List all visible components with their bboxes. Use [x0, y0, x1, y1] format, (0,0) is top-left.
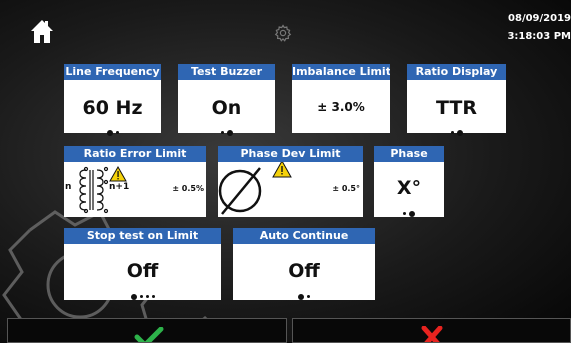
ratio-display-option-dots [407, 122, 506, 141]
phase-angle-icon [218, 162, 292, 215]
option-dot [115, 131, 119, 134]
option-dot-selected [130, 293, 137, 300]
phase-value: X° [396, 177, 422, 199]
imbalance-limit-card[interactable]: Imbalance Limit ± 3.0% [292, 64, 390, 133]
phase-card[interactable]: Phase X° [374, 146, 444, 217]
option-dot-selected [226, 129, 233, 136]
test-buzzer-label: Test Buzzer [178, 64, 275, 80]
stop-test-option-dots [64, 286, 221, 305]
option-dot [145, 295, 149, 298]
imbalance-limit-value: ± 3.0% [317, 100, 365, 114]
test-buzzer-option-dots [178, 122, 275, 141]
stop-test-on-limit-card[interactable]: Stop test on Limit Off [64, 228, 221, 300]
ratio-error-n-label: n [65, 182, 72, 192]
line-frequency-value: 60 Hz [82, 97, 143, 119]
auto-continue-card[interactable]: Auto Continue Off [233, 228, 375, 300]
phase-dev-limit-label: Phase Dev Limit [218, 146, 363, 162]
option-dot-selected [106, 129, 113, 136]
x-icon [421, 326, 443, 342]
test-buzzer-card[interactable]: Test Buzzer On [178, 64, 275, 136]
auto-continue-value: Off [288, 260, 320, 282]
imbalance-limit-label: Imbalance Limit [292, 64, 390, 80]
option-dot-selected [298, 293, 304, 300]
stop-test-on-limit-label: Stop test on Limit [64, 228, 221, 244]
option-dot-selected [409, 210, 415, 217]
ratio-display-label: Ratio Display [407, 64, 506, 80]
stop-test-on-limit-value: Off [126, 260, 159, 282]
option-dot [151, 295, 155, 298]
auto-continue-label: Auto Continue [233, 228, 375, 244]
phase-label: Phase [374, 146, 444, 162]
phase-option-dots [374, 203, 444, 222]
phase-dev-limit-value: ± 0.5° [332, 184, 360, 193]
cancel-button[interactable] [292, 318, 571, 343]
line-frequency-option-dots [64, 122, 161, 141]
option-dot [139, 295, 143, 298]
line-frequency-card[interactable]: Line Frequency 60 Hz [64, 64, 161, 136]
option-dot [220, 131, 224, 134]
ratio-error-n1-label: n+1 [109, 182, 130, 192]
time-display: 3:18:03 PM [507, 31, 571, 42]
option-dot [307, 295, 310, 298]
ratio-error-limit-value: ± 0.5% [172, 184, 204, 193]
line-frequency-label: Line Frequency [64, 64, 161, 80]
date-display: 08/09/2019 [508, 13, 571, 24]
ratio-error-limit-card[interactable]: Ratio Error Limit n n+1 ± 0.5% [64, 146, 206, 217]
checkmark-icon [134, 327, 164, 342]
ratio-display-card[interactable]: Ratio Display TTR [407, 64, 506, 136]
option-dot-selected [456, 129, 463, 136]
option-dot [403, 212, 406, 215]
top-bar: 08/09/2019 3:18:03 PM [0, 0, 571, 50]
option-dot [450, 131, 454, 134]
ratio-display-value: TTR [436, 97, 477, 119]
phase-dev-limit-card[interactable]: Phase Dev Limit ± 0.5° [218, 146, 363, 217]
auto-continue-option-dots [233, 286, 375, 305]
accept-button[interactable] [7, 318, 287, 343]
home-icon[interactable] [30, 18, 54, 44]
gear-icon[interactable] [274, 24, 292, 42]
ratio-error-limit-label: Ratio Error Limit [64, 146, 206, 162]
test-buzzer-value: On [211, 97, 242, 119]
